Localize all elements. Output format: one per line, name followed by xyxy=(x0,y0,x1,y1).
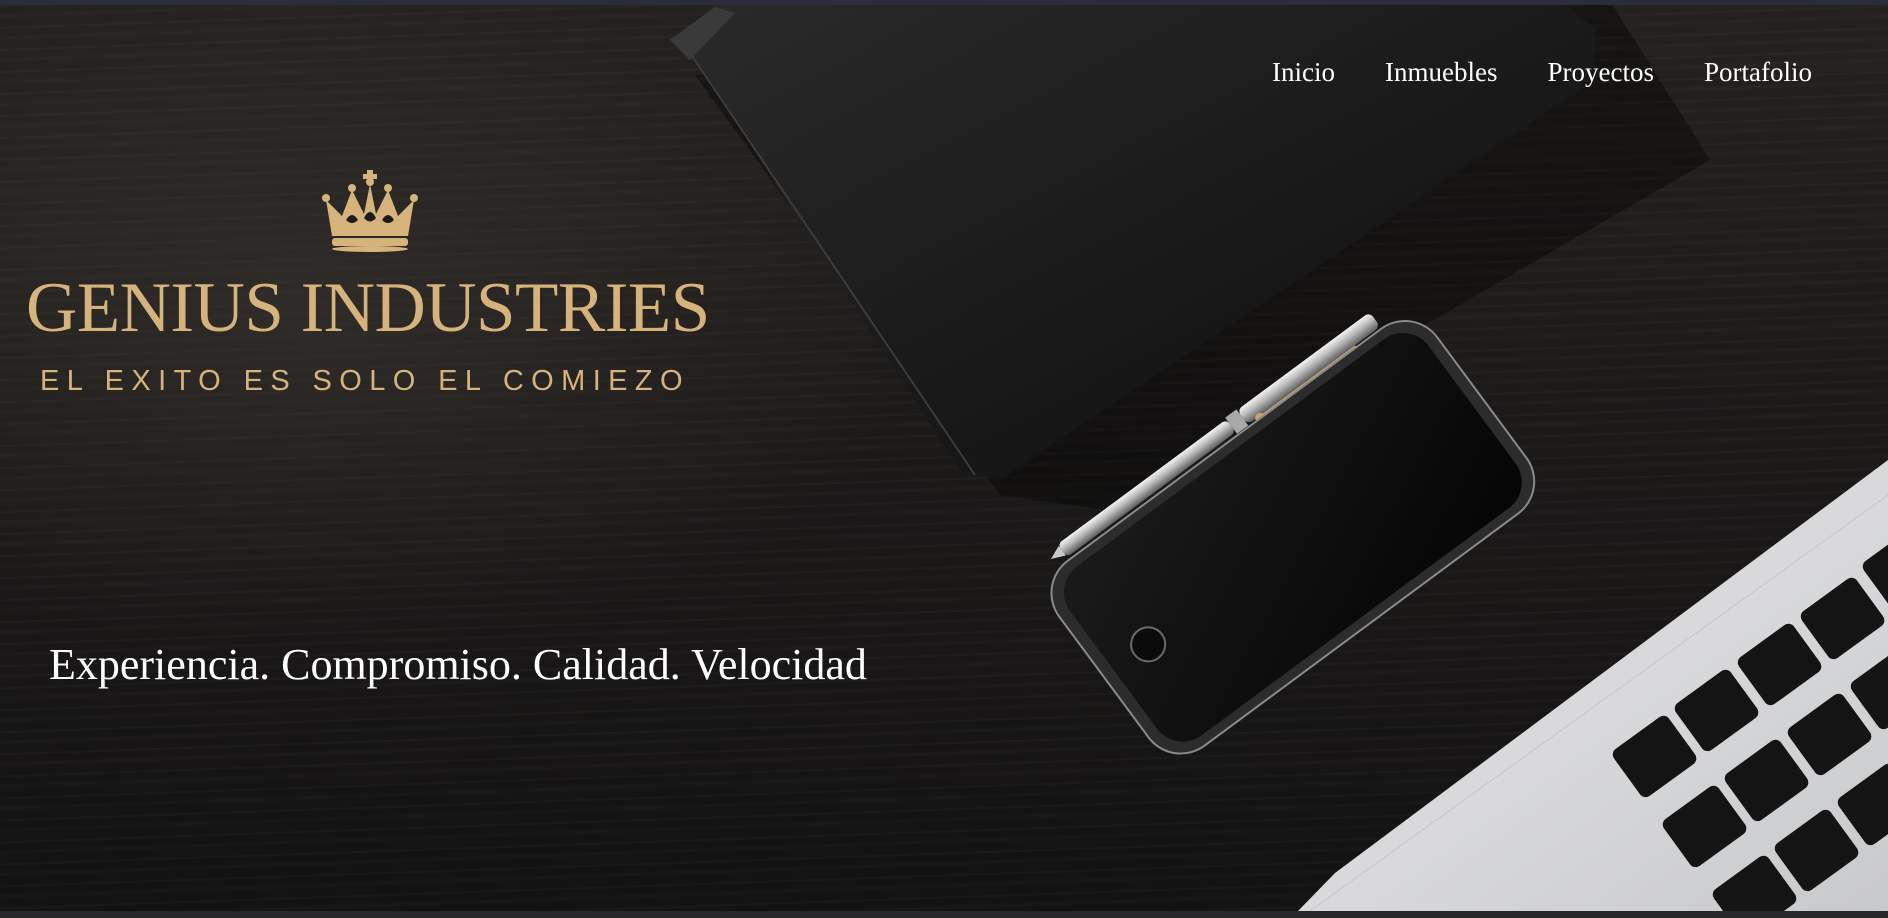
hero-banner: Inicio Inmuebles Proyectos Portafolio GE… xyxy=(0,5,1888,911)
crown-icon xyxy=(322,170,418,252)
nav-item-inicio[interactable]: Inicio xyxy=(1272,59,1335,86)
nav-item-portafolio[interactable]: Portafolio xyxy=(1704,59,1812,86)
brand-tagline: EL EXITO ES SOLO EL COMIEZO xyxy=(40,365,690,397)
bottom-border xyxy=(0,911,1888,918)
brand-name: GENIUS INDUSTRIES xyxy=(26,269,710,347)
hero-slogan: Experiencia. Compromiso. Calidad. Veloci… xyxy=(49,640,867,689)
page: Inicio Inmuebles Proyectos Portafolio GE… xyxy=(0,0,1888,918)
nav-item-inmuebles[interactable]: Inmuebles xyxy=(1385,59,1497,86)
hero-background-illustration xyxy=(670,5,1888,911)
nav-item-proyectos[interactable]: Proyectos xyxy=(1548,59,1654,86)
main-nav: Inicio Inmuebles Proyectos Portafolio xyxy=(1272,59,1812,86)
